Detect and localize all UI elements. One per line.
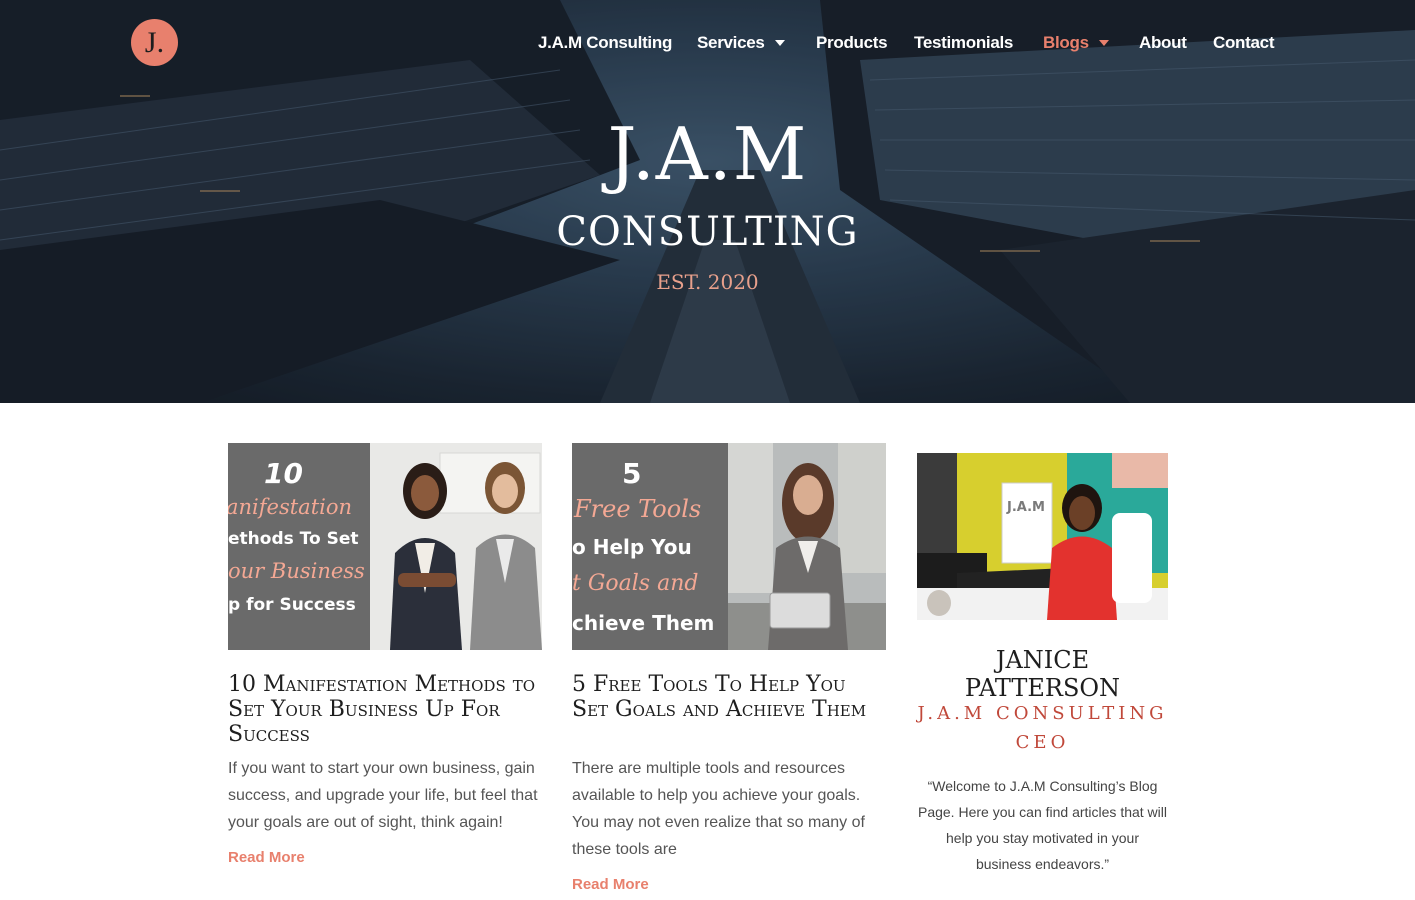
thumbnail-text: anifestation	[228, 495, 353, 519]
thumbnail-text-panel: 5 Free Tools o Help You t Goals and chie…	[572, 443, 728, 650]
hero-established: EST. 2020	[656, 270, 759, 294]
thumbnail-text: ethods To Set	[228, 529, 359, 549]
post-excerpt: If you want to start your own business, …	[228, 760, 538, 831]
profile-name: JANICE PATTERSON	[964, 646, 1121, 702]
nav-contact[interactable]: Contact	[1213, 31, 1274, 55]
blog-post-card: 5 Free Tools o Help You t Goals and chie…	[572, 443, 888, 900]
post-thumbnail[interactable]: 5 Free Tools o Help You t Goals and chie…	[572, 443, 886, 650]
hero-title: J.A.M	[607, 112, 808, 196]
nav-products[interactable]: Products	[816, 31, 888, 55]
hero-banner	[0, 0, 1415, 403]
ceo-photo: J.A.M	[917, 453, 1168, 620]
hero-subtitle: CONSULTING	[556, 209, 859, 255]
post-title[interactable]: 10 Manifestation Methods to Set Your Bus…	[228, 672, 544, 747]
profile-role-title: CEO	[1015, 732, 1070, 753]
thumbnail-text: 5	[622, 457, 642, 490]
nav-label: Testimonials	[914, 33, 1014, 52]
profile-role-company: J.A.M CONSULTING	[917, 703, 1168, 724]
site-logo[interactable]: J.	[131, 19, 178, 66]
thumbnail-text: 10	[264, 457, 303, 490]
thumbnail-text: chieve Them	[572, 611, 715, 635]
profile-quote: “Welcome to J.A.M Consulting’s Blog Page…	[917, 778, 1167, 872]
businesswoman-street-photo	[728, 443, 886, 650]
thumbnail-text: Free Tools	[574, 495, 702, 523]
nav-about[interactable]: About	[1139, 31, 1187, 55]
post-excerpt: There are multiple tools and resources a…	[572, 760, 865, 858]
ceo-office-photo: J.A.M	[917, 453, 1168, 620]
nav-label: Products	[816, 33, 888, 52]
chevron-down-icon	[1098, 40, 1109, 46]
post-title[interactable]: 5 Free Tools To Help You Set Goals and A…	[572, 672, 888, 722]
nav-label: About	[1139, 33, 1187, 52]
read-more-link[interactable]: Read More	[572, 876, 649, 893]
thumbnail-text-panel: 10 anifestation ethods To Set our Busine…	[228, 443, 370, 650]
thumbnail-text: o Help You	[572, 535, 692, 559]
nav-testimonials[interactable]: Testimonials	[914, 31, 1013, 55]
profile-role: J.A.M CONSULTING CEO	[917, 699, 1168, 757]
post-thumbnail[interactable]: 10 anifestation ethods To Set our Busine…	[228, 443, 542, 650]
nav-services[interactable]: Services	[697, 31, 785, 55]
blog-post-card: 10 anifestation ethods To Set our Busine…	[228, 443, 544, 883]
office-sign-text: J.A.M	[1006, 500, 1045, 515]
hero-overlay	[0, 0, 1415, 403]
nav-label: Contact	[1213, 33, 1275, 52]
nav-label: Services	[697, 33, 765, 52]
read-more-link[interactable]: Read More	[228, 849, 305, 866]
thumbnail-text: our Business	[228, 559, 365, 583]
chevron-down-icon	[774, 40, 785, 46]
two-businesswomen-photo	[370, 443, 542, 650]
nav-jam-consulting[interactable]: J.A.M Consulting	[538, 31, 672, 55]
nav-label: Blogs	[1043, 33, 1089, 52]
thumbnail-text: t Goals and	[572, 571, 699, 596]
logo-text: J.	[144, 25, 165, 59]
thumbnail-text: p for Success	[228, 595, 356, 615]
nav-label: J.A.M Consulting	[538, 33, 673, 52]
nav-blogs[interactable]: Blogs	[1043, 31, 1109, 55]
